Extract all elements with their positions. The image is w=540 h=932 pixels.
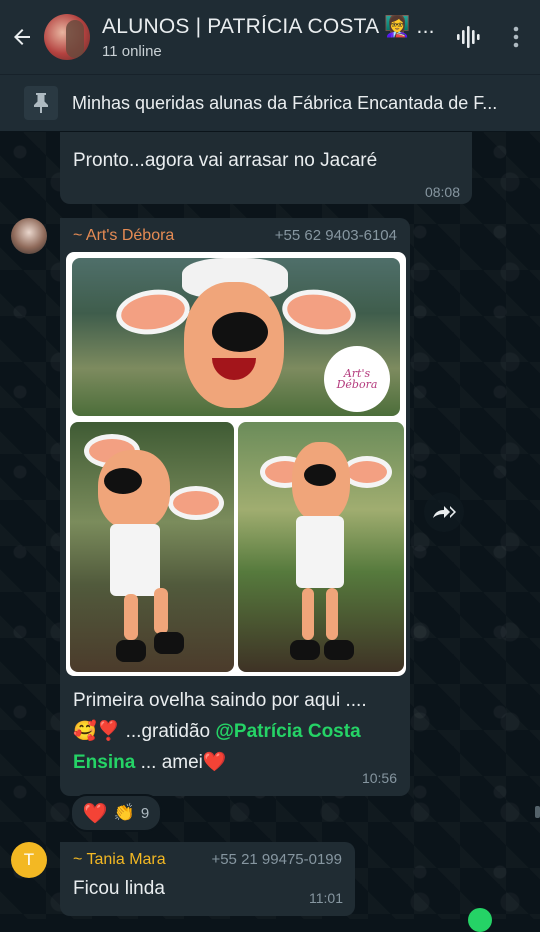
sheep-shoe	[290, 640, 320, 660]
caption-emojis: 🥰❣️	[73, 720, 121, 742]
back-button[interactable]	[0, 0, 44, 74]
reaction-count: 9	[140, 804, 150, 822]
message-time: 10:56	[361, 770, 397, 786]
online-count: 11 online	[102, 42, 162, 60]
forward-double-icon	[433, 506, 456, 518]
sheep-ear-left	[113, 285, 193, 339]
message-text: Pronto...agora vai arrasar no Jacaré	[73, 150, 378, 171]
sender-avatar[interactable]	[11, 218, 47, 254]
caption-text: ... amei	[135, 752, 203, 773]
message-bubble-media[interactable]: ~ Art's Débora +55 62 9403-6104 Art's Dé…	[60, 218, 410, 796]
scroll-down-button[interactable]	[468, 908, 492, 932]
group-title: ALUNOS | PATRÍCIA COSTA 👩‍🏫 ...	[102, 14, 435, 38]
arrow-left-icon	[14, 29, 30, 45]
forward-button[interactable]	[424, 492, 464, 532]
message-time: 08:08	[424, 184, 460, 200]
brand-logo: Art's Débora	[324, 346, 390, 412]
sender-phone: +55 62 9403-6104	[274, 227, 397, 244]
pinned-message-bar[interactable]: Minhas queridas alunas da Fábrica Encant…	[0, 74, 540, 131]
sheep-ear-right	[168, 486, 224, 520]
sheep-shoe	[154, 632, 184, 654]
photo-sheep-closeup[interactable]: Art's Débora	[72, 258, 400, 416]
caption-text: ...gratidão	[120, 721, 216, 742]
more-vertical-icon	[513, 26, 519, 48]
sender-name[interactable]: ~ Art's Débora	[73, 227, 174, 245]
sheep-ear-right	[279, 285, 359, 339]
voice-chat-button[interactable]	[444, 0, 492, 74]
sheep-shoe	[116, 640, 146, 662]
sheep-nose	[304, 464, 336, 486]
scroll-indicator[interactable]	[535, 806, 540, 818]
sheep-leg	[302, 588, 314, 640]
sheep-body	[296, 516, 344, 588]
group-avatar[interactable]	[44, 14, 90, 60]
sheep-leg	[154, 588, 168, 634]
clap-reaction-icon: 👏	[113, 803, 135, 823]
message-time: 11:01	[309, 890, 343, 906]
sheep-nose	[212, 312, 268, 352]
pinned-message-text: Minhas queridas alunas da Fábrica Encant…	[72, 92, 498, 113]
chat-header: ALUNOS | PATRÍCIA COSTA 👩‍🏫 ... 11 onlin…	[0, 0, 540, 74]
message-bubble[interactable]: Pronto...agora vai arrasar no Jacaré 08:…	[60, 132, 472, 204]
message-text: Ficou linda	[73, 878, 165, 899]
sheep-leg	[326, 588, 338, 640]
brand-logo-text: Art's Débora	[336, 367, 378, 391]
sender-name[interactable]: ~ Tania Mara	[73, 851, 166, 869]
sheep-shoe	[324, 640, 354, 660]
message-caption: Primeira ovelha saindo por aqui .... 🥰❣️…	[73, 686, 397, 778]
message-bubble[interactable]: ~ Tania Mara +55 21 99475-0199 Ficou lin…	[60, 842, 355, 916]
caption-text: Primeira ovelha saindo por aqui ....	[73, 690, 367, 711]
sender-avatar-letter[interactable]: T	[11, 842, 47, 878]
pin-icon	[24, 86, 58, 120]
reactions-pill[interactable]: ❤️ 👏 9	[70, 794, 162, 832]
heart-emoji: ❤️	[202, 751, 227, 773]
audio-wave-icon	[457, 26, 480, 48]
photo-sheep-left[interactable]	[70, 422, 234, 672]
sheep-leg	[124, 594, 138, 640]
more-options-button[interactable]	[492, 0, 540, 74]
photo-sheep-right[interactable]	[238, 422, 404, 672]
sender-phone: +55 21 99475-0199	[211, 851, 342, 868]
sheep-nose	[104, 468, 142, 494]
heart-reaction-icon: ❤️	[82, 801, 108, 825]
chat-title-area[interactable]: ALUNOS | PATRÍCIA COSTA 👩‍🏫 ... 11 onlin…	[102, 15, 444, 60]
sheep-body	[110, 524, 160, 596]
photo-collage[interactable]: Art's Débora	[66, 252, 406, 676]
